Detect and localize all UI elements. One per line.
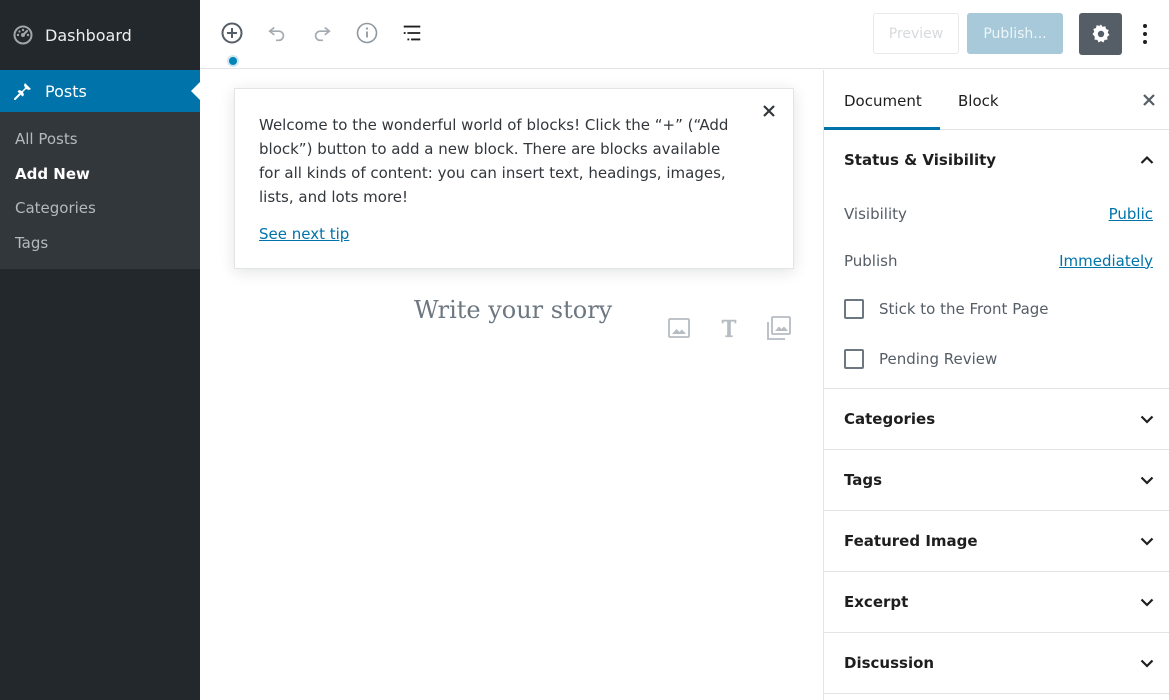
posts-submenu: All Posts Add New Categories Tags (0, 112, 200, 269)
redo-icon (314, 26, 331, 42)
tab-document[interactable]: Document (824, 70, 940, 130)
publish-label: Publish (844, 251, 898, 270)
pending-review-checkbox[interactable] (844, 349, 864, 369)
preview-button[interactable]: Preview (873, 13, 959, 54)
panel-status-visibility: Status & Visibility Visibility Public Pu… (824, 130, 1169, 389)
tip-close-button[interactable] (759, 101, 779, 121)
see-next-tip-link[interactable]: See next tip (259, 225, 349, 243)
undo-icon (268, 26, 285, 42)
stick-front-page-checkbox[interactable] (844, 299, 864, 319)
panel-excerpt: Excerpt (824, 572, 1169, 633)
tip-indicator-dot (227, 55, 239, 67)
panel-title: Excerpt (844, 593, 909, 611)
chevron-down-icon (1137, 653, 1157, 673)
info-icon (356, 22, 378, 44)
panel-title: Categories (844, 410, 936, 428)
gear-icon (1092, 24, 1109, 43)
insert-heading-button[interactable] (715, 314, 743, 342)
content-info-button[interactable] (352, 18, 382, 48)
chevron-up-icon (1137, 150, 1157, 170)
visibility-row: Visibility Public (844, 190, 1153, 237)
panel-discussion: Discussion (824, 633, 1169, 694)
settings-sidebar: Document Block Status & Visibility Visib… (823, 70, 1169, 700)
close-icon (1143, 94, 1155, 106)
submenu-all-posts[interactable]: All Posts (0, 122, 200, 157)
block-navigation-button[interactable] (397, 18, 427, 48)
panel-featured-image-toggle[interactable]: Featured Image (824, 511, 1169, 571)
undo-button[interactable] (262, 18, 292, 48)
panel-excerpt-toggle[interactable]: Excerpt (824, 572, 1169, 632)
pending-review-label: Pending Review (879, 350, 998, 368)
close-settings-button[interactable] (1137, 88, 1161, 112)
panel-title: Tags (844, 471, 883, 489)
tip-text: Welcome to the wonderful world of blocks… (259, 116, 729, 206)
panel-categories-toggle[interactable]: Categories (824, 389, 1169, 449)
submenu-add-new[interactable]: Add New (0, 157, 200, 192)
heading-icon (721, 319, 737, 338)
editor-canvas: Welcome to the wonderful world of blocks… (200, 70, 823, 700)
panel-tags-toggle[interactable]: Tags (824, 450, 1169, 510)
publish-date-link[interactable]: Immediately (1059, 252, 1153, 270)
publish-row: Publish Immediately (844, 237, 1153, 284)
gallery-icon (767, 316, 791, 340)
chevron-down-icon (1137, 592, 1157, 612)
panel-categories: Categories (824, 389, 1169, 450)
more-vertical-icon (1143, 24, 1147, 28)
panel-status-visibility-toggle[interactable]: Status & Visibility (824, 130, 1169, 190)
more-menu-button[interactable] (1135, 18, 1155, 50)
panel-featured-image: Featured Image (824, 511, 1169, 572)
sticky-row: Stick to the Front Page (844, 284, 1153, 334)
insert-gallery-button[interactable] (765, 314, 793, 342)
menu-posts-label: Posts (45, 81, 87, 101)
write-story-placeholder[interactable]: Write your story (414, 296, 612, 324)
admin-sidebar: Dashboard Posts All Posts Add New Catego… (0, 0, 200, 700)
image-icon (668, 318, 690, 338)
editor-toolbar: Preview Publish... (200, 0, 1169, 69)
publish-button[interactable]: Publish... (967, 13, 1063, 54)
panel-title: Discussion (844, 654, 935, 672)
list-outline-icon (403, 25, 421, 41)
submenu-categories[interactable]: Categories (0, 191, 200, 226)
pending-row: Pending Review (844, 334, 1153, 384)
insert-image-button[interactable] (665, 314, 693, 342)
panel-title: Featured Image (844, 532, 978, 550)
welcome-tip-popover: Welcome to the wonderful world of blocks… (234, 88, 794, 269)
visibility-label: Visibility (844, 204, 907, 223)
submenu-tags[interactable]: Tags (0, 226, 200, 261)
sidebar-tabs: Document Block (824, 70, 1169, 130)
visibility-toggle-link[interactable]: Public (1109, 205, 1153, 223)
chevron-down-icon (1137, 531, 1157, 551)
tab-block[interactable]: Block (958, 70, 999, 130)
close-icon (763, 105, 775, 117)
plus-circle-icon (221, 22, 243, 44)
add-block-button[interactable] (217, 18, 247, 48)
menu-posts[interactable]: Posts (0, 70, 200, 112)
panel-discussion-toggle[interactable]: Discussion (824, 633, 1169, 693)
chevron-down-icon (1137, 470, 1157, 490)
panel-tags: Tags (824, 450, 1169, 511)
chevron-down-icon (1137, 409, 1157, 429)
dashboard-icon (12, 24, 34, 46)
redo-button[interactable] (307, 18, 337, 48)
menu-dashboard-label: Dashboard (45, 25, 132, 45)
panel-title: Status & Visibility (844, 151, 997, 169)
settings-toggle-button[interactable] (1079, 13, 1122, 55)
pushpin-icon (12, 80, 34, 102)
stick-front-page-label: Stick to the Front Page (879, 300, 1049, 318)
menu-dashboard[interactable]: Dashboard (0, 0, 200, 70)
